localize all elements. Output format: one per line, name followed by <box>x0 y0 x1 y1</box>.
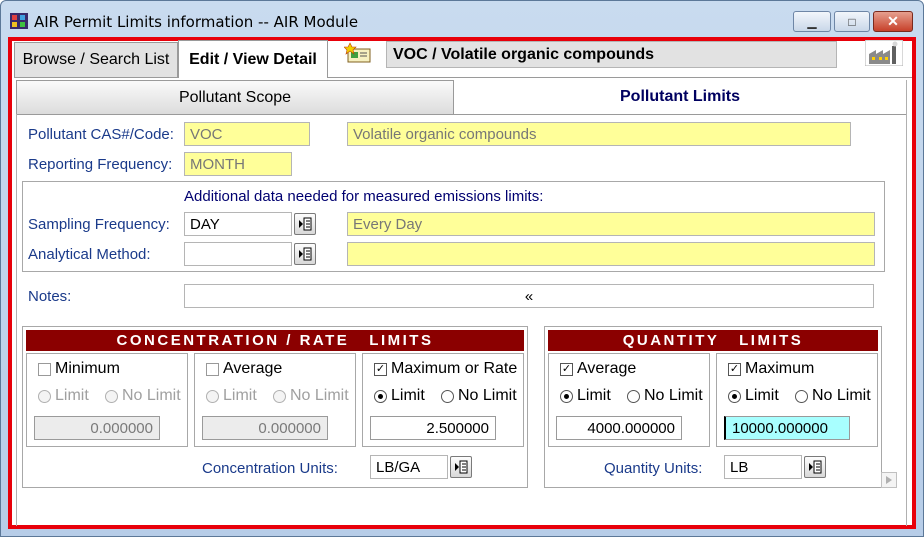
close-button[interactable]: ✕ <box>873 11 913 32</box>
sampling-frequency-field[interactable]: DAY <box>184 212 292 236</box>
tab-browse-search[interactable]: Browse / Search List <box>14 42 178 78</box>
quantity-value-field[interactable]: 10000.000000 <box>724 416 850 440</box>
concentration-nolimit-radio[interactable] <box>273 390 286 403</box>
quantity-units-label: Quantity Units: <box>604 460 703 477</box>
concentration-value-field[interactable]: 2.500000 <box>370 416 496 440</box>
quantity-value-field[interactable]: 4000.000000 <box>556 416 682 440</box>
concentration-limit-label: Limit <box>55 387 89 404</box>
concentration-units-lookup-button[interactable] <box>450 456 472 478</box>
quantity-checkbox[interactable]: ✓ <box>728 363 741 376</box>
quantity-limits-banner: QUANTITY LIMITS <box>548 330 878 351</box>
tab-pollutant-scope[interactable]: Pollutant Scope <box>16 80 454 115</box>
tab-pollutant-limits[interactable]: Pollutant Limits <box>454 80 906 114</box>
reporting-frequency-field[interactable]: MONTH <box>184 152 292 176</box>
concentration-nolimit-radio[interactable] <box>441 390 454 403</box>
concentration-value-field[interactable]: 0.000000 <box>202 416 328 440</box>
concentration-nolimit-label: No Limit <box>290 387 349 404</box>
concentration-limits-banner: CONCENTRATION / RATE LIMITS <box>26 330 524 351</box>
concentration-checkbox[interactable]: ✓ <box>374 363 387 376</box>
panel-border-right <box>906 80 907 526</box>
concentration-limit-radio[interactable] <box>374 390 387 403</box>
quantity-nolimit-radio[interactable] <box>795 390 808 403</box>
restore-button[interactable]: □ <box>834 11 870 32</box>
tab-limits-label: Pollutant Limits <box>620 88 740 105</box>
quantity-nolimit-label: No Limit <box>644 387 703 404</box>
close-icon: ✕ <box>887 13 899 29</box>
tab-edit-view[interactable]: Edit / View Detail <box>178 40 328 78</box>
quantity-limit-radio[interactable] <box>560 390 573 403</box>
quantity-nolimit-label: No Limit <box>812 387 871 404</box>
quantity-label: Maximum <box>745 360 815 377</box>
lookup-list-icon <box>299 217 312 231</box>
notes-label: Notes: <box>28 288 72 305</box>
panel-border-left <box>16 114 17 526</box>
tab-edit-label: Edit / View Detail <box>189 50 317 68</box>
sampling-frequency-description: Every Day <box>347 212 875 236</box>
concentration-limit-label: Limit <box>223 387 257 404</box>
film-strip-icon <box>10 13 28 29</box>
concentration-label: Maximum or Rate <box>391 360 518 377</box>
concentration-checkbox[interactable] <box>206 363 219 376</box>
next-arrow-button[interactable] <box>881 472 897 488</box>
record-card-icon <box>344 42 371 63</box>
notes-field[interactable]: « <box>184 284 874 308</box>
lookup-list-icon <box>455 460 468 474</box>
pollutant-cas-label: Pollutant CAS#/Code: <box>28 126 174 143</box>
quantity-limit-radio[interactable] <box>728 390 741 403</box>
measured-emissions-heading: Additional data needed for measured emis… <box>184 188 544 205</box>
concentration-limit-label: Limit <box>391 387 425 404</box>
title-bar[interactable]: AIR Permit Limits information -- AIR Mod… <box>0 0 924 38</box>
restore-icon: □ <box>848 14 856 29</box>
subtab-divider <box>16 114 906 115</box>
quantity-label: Average <box>577 360 637 377</box>
concentration-nolimit-label: No Limit <box>458 387 517 404</box>
quantity-checkbox[interactable]: ✓ <box>560 363 573 376</box>
lookup-list-icon <box>299 247 312 261</box>
pollutant-cas-field[interactable]: VOC <box>184 122 310 146</box>
tab-browse-label: Browse / Search List <box>22 51 170 68</box>
minimize-button[interactable]: ▁ <box>793 11 831 32</box>
quantity-nolimit-radio[interactable] <box>627 390 640 403</box>
analytical-method-lookup-button[interactable] <box>294 243 316 265</box>
concentration-label: Minimum <box>55 360 120 377</box>
analytical-method-field[interactable] <box>184 242 292 266</box>
concentration-nolimit-label: No Limit <box>122 387 181 404</box>
analytical-method-description <box>347 242 875 266</box>
concentration-nolimit-radio[interactable] <box>105 390 118 403</box>
sampling-frequency-label: Sampling Frequency: <box>28 216 170 233</box>
pollutant-description-field: Volatile organic compounds <box>347 122 851 146</box>
window-title: AIR Permit Limits information -- AIR Mod… <box>34 13 359 31</box>
tab-divider <box>14 77 912 78</box>
concentration-units-label: Concentration Units: <box>202 460 338 477</box>
lookup-list-icon <box>809 460 822 474</box>
quantity-units-field[interactable]: LB <box>724 455 802 479</box>
factory-icon[interactable] <box>865 40 903 66</box>
minimize-icon: ▁ <box>807 14 817 29</box>
arrow-right-icon <box>886 476 892 484</box>
selected-record-field: VOC / Volatile organic compounds <box>386 41 837 68</box>
reporting-frequency-label: Reporting Frequency: <box>28 156 173 173</box>
sampling-frequency-lookup-button[interactable] <box>294 213 316 235</box>
quantity-limit-label: Limit <box>577 387 611 404</box>
concentration-limit-radio[interactable] <box>38 390 51 403</box>
analytical-method-label: Analytical Method: <box>28 246 151 263</box>
concentration-label: Average <box>223 360 283 377</box>
quantity-units-lookup-button[interactable] <box>804 456 826 478</box>
concentration-limit-radio[interactable] <box>206 390 219 403</box>
concentration-value-field[interactable]: 0.000000 <box>34 416 160 440</box>
concentration-checkbox[interactable] <box>38 363 51 376</box>
tab-scope-label: Pollutant Scope <box>178 88 292 106</box>
quantity-limit-label: Limit <box>745 387 779 404</box>
concentration-units-field[interactable]: LB/GA <box>370 455 448 479</box>
